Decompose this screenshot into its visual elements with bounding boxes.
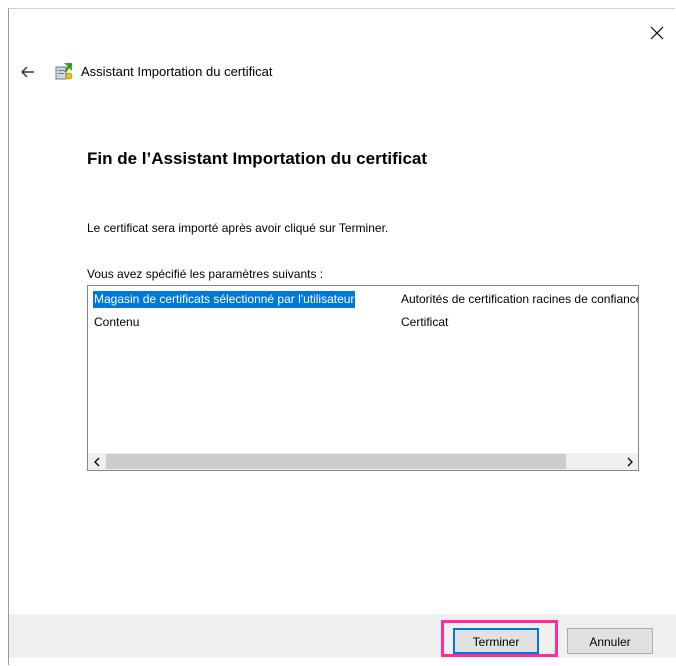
horizontal-scrollbar[interactable] [88, 453, 638, 470]
list-item[interactable]: Contenu Certificat [93, 314, 638, 331]
window-title: Assistant Importation du certificat [81, 64, 273, 79]
setting-name: Contenu [94, 315, 140, 329]
certificate-wizard-icon [53, 60, 75, 82]
finish-button[interactable]: Terminer [453, 628, 539, 654]
finish-button-label: Terminer [472, 635, 520, 649]
back-button[interactable] [17, 61, 39, 83]
list-item[interactable]: Magasin de certificats sélectionné par l… [93, 291, 638, 308]
setting-value: Certificat [401, 315, 449, 329]
page-heading: Fin de l’Assistant Importation du certif… [87, 149, 428, 168]
chevron-right-icon [627, 457, 633, 466]
scroll-left-button[interactable] [88, 453, 105, 470]
cancel-button[interactable]: Annuler [567, 628, 653, 654]
setting-name: Magasin de certificats sélectionné par l… [93, 291, 356, 308]
close-icon [650, 26, 664, 40]
info-text: Le certificat sera importé après avoir c… [87, 221, 389, 235]
settings-label: Vous avez spécifié les paramètres suivan… [87, 267, 324, 281]
scroll-thumb[interactable] [106, 454, 566, 469]
back-arrow-icon [21, 66, 34, 78]
close-button[interactable] [646, 22, 668, 44]
setting-value: Autorités de certification racines de co… [401, 292, 638, 306]
scroll-right-button[interactable] [621, 453, 638, 470]
wizard-window: Assistant Importation du certificat Fin … [8, 8, 676, 665]
settings-list[interactable]: Magasin de certificats sélectionné par l… [87, 285, 639, 471]
button-bar: Terminer Annuler [9, 614, 676, 658]
chevron-left-icon [93, 457, 99, 466]
